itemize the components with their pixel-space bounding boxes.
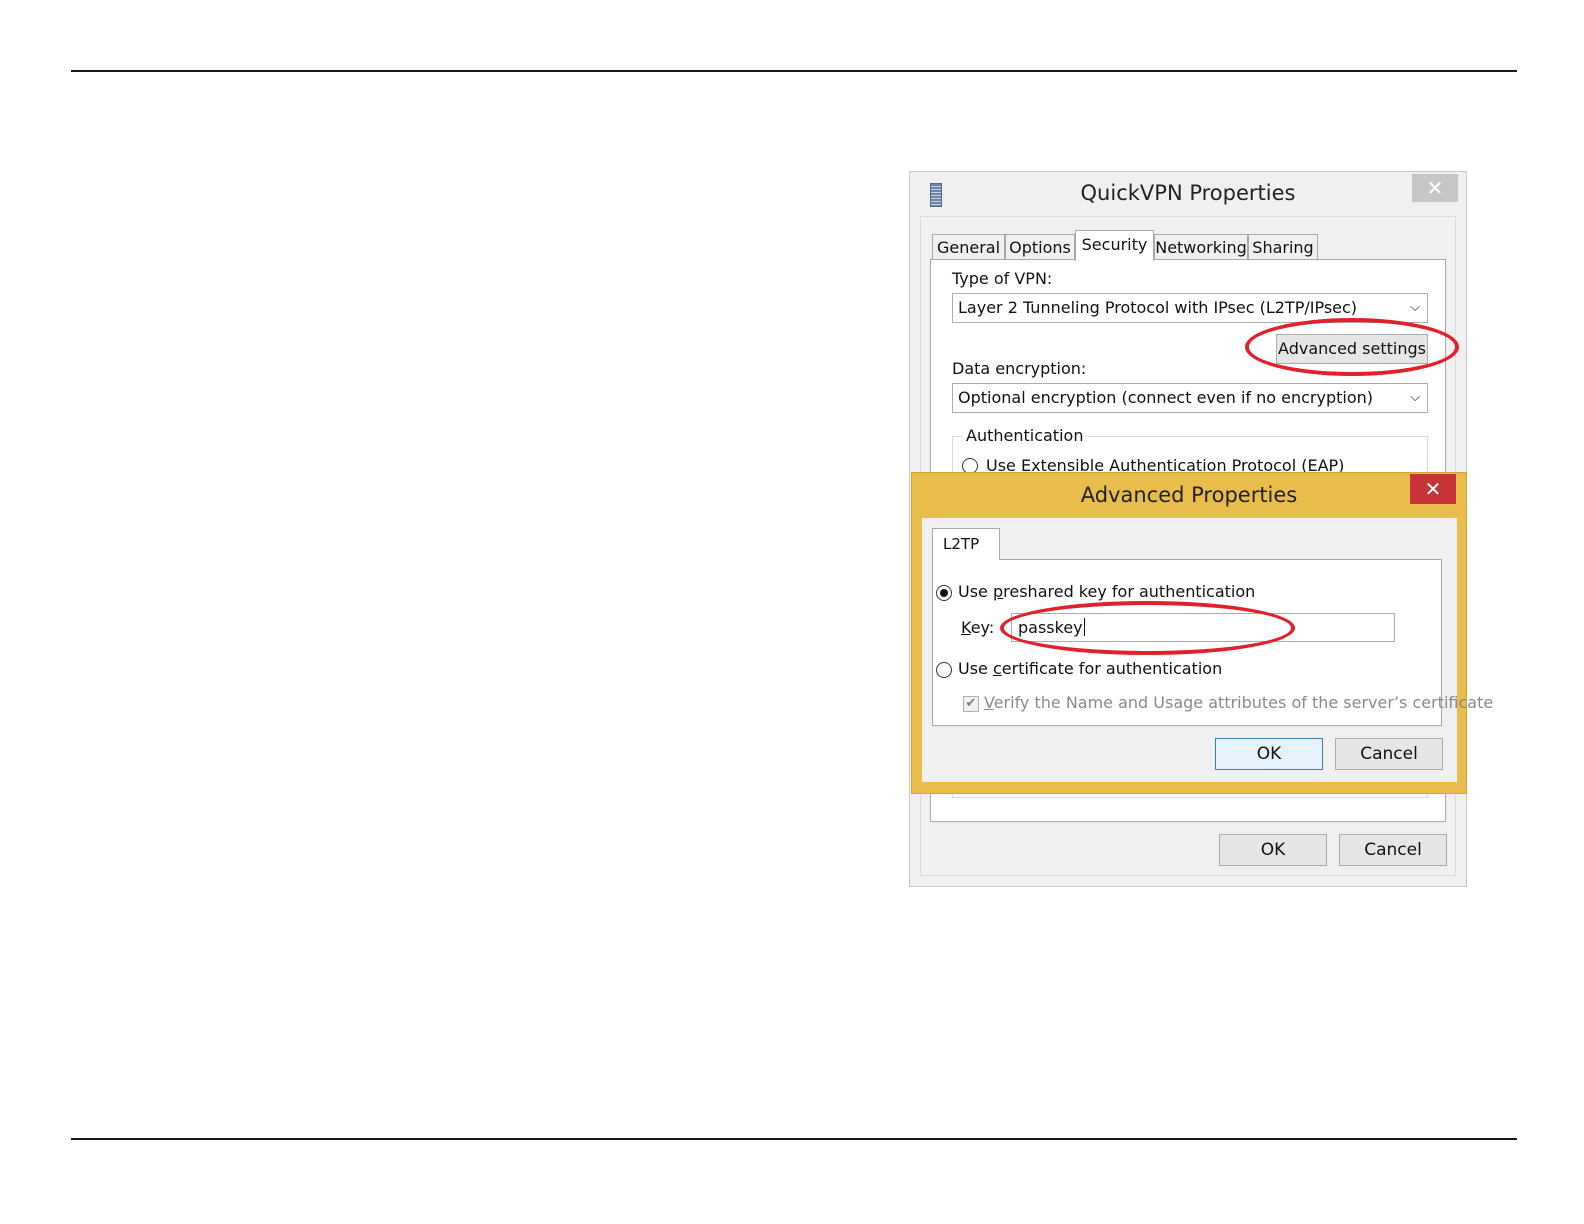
vpn-type-value: Layer 2 Tunneling Protocol with IPsec (L…: [958, 298, 1358, 317]
vpn-type-label: Type of VPN:: [952, 269, 1053, 288]
preshared-key-option-label: Use preshared key for authentication: [958, 582, 1255, 601]
close-icon: ✕: [1424, 477, 1442, 501]
key-label: Key:: [961, 618, 994, 637]
option-text: Use: [958, 659, 993, 678]
chevron-down-icon: ⌵: [1410, 300, 1420, 315]
data-encryption-value: Optional encryption (connect even if no …: [958, 388, 1373, 407]
tab-networking[interactable]: Networking: [1154, 234, 1248, 260]
access-key: V: [984, 693, 994, 712]
tab-l2tp[interactable]: L2TP: [932, 528, 1000, 560]
option-text: ertificate for authentication: [1001, 659, 1223, 678]
data-encryption-label: Data encryption:: [952, 359, 1087, 378]
access-key: p: [992, 582, 1004, 601]
tab-security[interactable]: Security: [1075, 230, 1154, 261]
close-button[interactable]: ✕: [1410, 474, 1456, 504]
cancel-button[interactable]: Cancel: [1335, 738, 1443, 770]
option-text: reshared key for authentication: [1003, 582, 1256, 601]
window-body: L2TP Use preshared key for authenticatio…: [922, 518, 1493, 782]
label-text: ey:: [970, 618, 995, 637]
window-title: Advanced Properties: [1080, 483, 1298, 507]
ok-button[interactable]: OK: [1219, 834, 1327, 866]
preshared-key-radio[interactable]: [936, 585, 952, 601]
label-text: erify the Name and Usage attributes of t…: [993, 693, 1494, 712]
tab-options[interactable]: Options: [1005, 234, 1075, 260]
top-rule: [71, 70, 1517, 72]
authentication-legend: Authentication: [963, 426, 1087, 445]
verify-certificate-checkbox[interactable]: ✔: [963, 696, 979, 712]
vpn-type-select[interactable]: Layer 2 Tunneling Protocol with IPsec (L…: [952, 293, 1428, 323]
verify-certificate-label: Verify the Name and Usage attributes of …: [984, 693, 1493, 712]
certificate-radio[interactable]: [936, 662, 952, 678]
close-icon: ✕: [1426, 176, 1444, 200]
option-text: Use: [958, 582, 993, 601]
key-value: passkey: [1018, 618, 1083, 637]
cancel-button[interactable]: Cancel: [1339, 834, 1447, 866]
key-input[interactable]: passkey: [1011, 613, 1395, 642]
advanced-settings-button[interactable]: Advanced settings: [1276, 334, 1428, 364]
text-caret: [1083, 618, 1085, 636]
advanced-properties-window: Advanced Properties ✕ L2TP Use preshared…: [911, 472, 1493, 794]
chevron-down-icon: ⌵: [1410, 390, 1420, 405]
tab-general[interactable]: General: [932, 234, 1005, 260]
l2tp-tab-panel: Use preshared key for authentication Key…: [932, 559, 1493, 726]
bottom-rule: [71, 1138, 1517, 1140]
checkmark-icon: ✔: [965, 696, 977, 711]
certificate-option-label: Use certificate for authentication: [958, 659, 1222, 678]
close-button[interactable]: ✕: [1412, 174, 1458, 202]
data-encryption-select[interactable]: Optional encryption (connect even if no …: [952, 383, 1428, 413]
access-key: K: [961, 618, 971, 637]
tab-sharing[interactable]: Sharing: [1248, 234, 1318, 260]
window-title: QuickVPN Properties: [1080, 181, 1296, 205]
access-key: c: [992, 659, 1002, 678]
ok-button[interactable]: OK: [1215, 738, 1323, 770]
